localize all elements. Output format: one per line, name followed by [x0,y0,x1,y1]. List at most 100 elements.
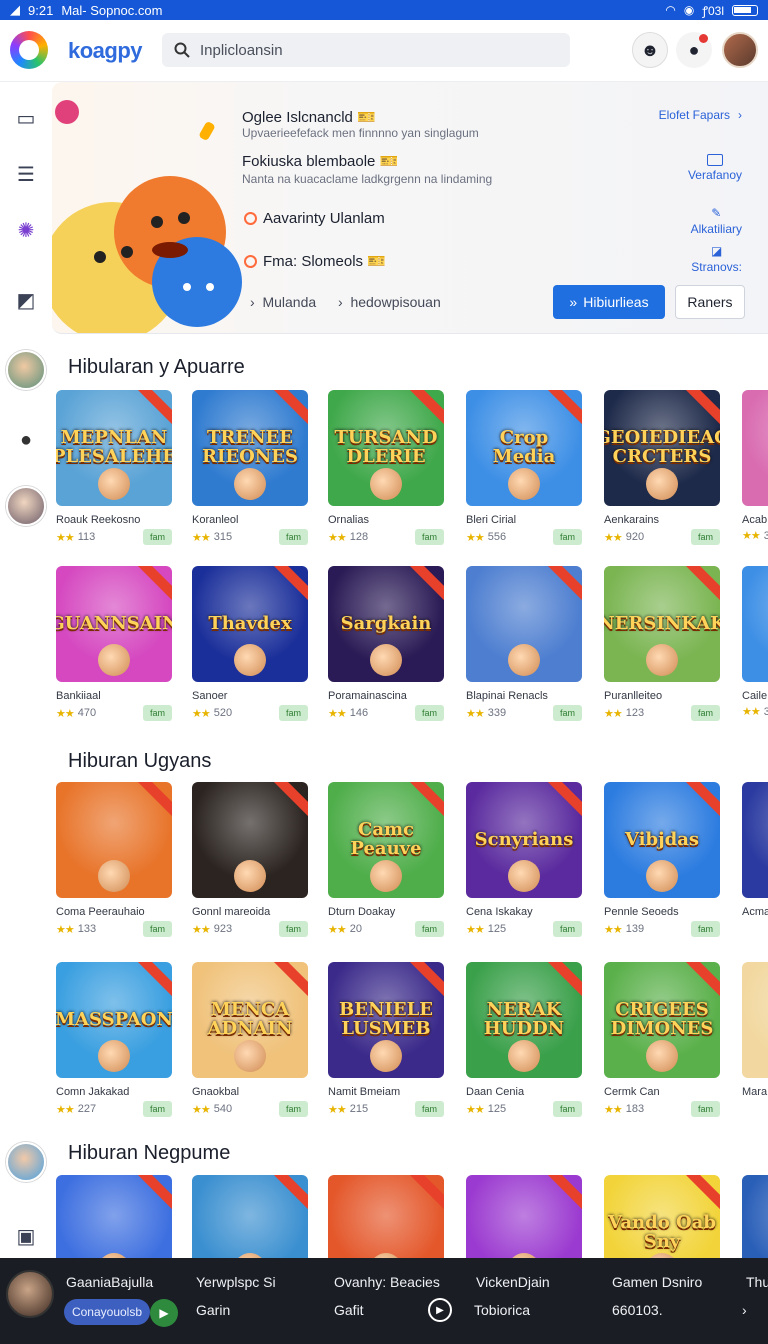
game-name[interactable]: Acma [742,906,768,918]
notification-icon[interactable]: ● [676,32,712,68]
play-icon[interactable]: ▶ [150,1299,178,1327]
game-card[interactable]: Caile ★★33 [742,566,768,718]
bottom-col-1-top[interactable]: GaaniaBajulla [66,1274,153,1290]
game-name[interactable]: Roauk Reekosno [56,514,174,526]
game-thumbnail[interactable]: GUANNSAIN [56,566,172,682]
bottom-col-4-top[interactable]: VickenDjain [476,1274,550,1290]
game-card[interactable]: Vibjdas Pennle Seoeds ★★ 139 fam [604,782,722,937]
game-thumbnail[interactable] [466,566,582,682]
game-card[interactable]: NERSINKAK Puranlleiteo ★★ 123 fam [604,566,722,721]
hero-item-1[interactable]: Aavarinty Ulanlam [244,210,385,227]
hero-title-2[interactable]: Fokiuska blembaole 🎫 [242,152,398,170]
game-thumbnail[interactable]: TRENEE RIEONES [192,390,308,506]
install-tag[interactable]: fam [278,1101,308,1117]
game-thumbnail[interactable]: Crop Media [466,390,582,506]
game-card[interactable]: TURSAND DLERIE Ornalias ★★ 128 fam [328,390,446,545]
bottom-col-3-top[interactable]: Ovanhy: Beacies [334,1274,440,1290]
game-name[interactable]: Poramainascina [328,690,446,702]
image-icon[interactable]: ◩ [10,284,42,316]
game-thumbnail[interactable]: Thavdex [192,566,308,682]
hero-right-2[interactable]: ✎ Alkatiliary [691,206,742,236]
crumb-1[interactable]: › Mulanda [250,294,316,310]
game-card[interactable]: Scnyrians Cena Iskakay ★★ 125 fam [466,782,584,937]
game-thumbnail[interactable]: BENIELE LUSMEB [328,962,444,1078]
game-name[interactable]: Cermk Can [604,1086,722,1098]
bottom-pill-button[interactable]: Conayouolsb [64,1299,150,1325]
game-card[interactable]: Blapinai Renacls ★★ 339 fam [466,566,584,721]
game-thumbnail[interactable] [742,390,768,506]
game-thumbnail[interactable]: MEPNLAN PLESALEHE [56,390,172,506]
game-name[interactable]: Sanoer [192,690,310,702]
game-thumbnail[interactable]: MASSPAON [56,962,172,1078]
game-name[interactable]: Dturn Doakay [328,906,446,918]
game-card[interactable]: Mara [742,962,768,1098]
bottom-col-5-bottom[interactable]: 660103. [612,1302,663,1318]
game-name[interactable]: Daan Cenia [466,1086,584,1098]
install-tag[interactable]: fam [690,705,720,721]
game-name[interactable]: Puranlleiteo [604,690,722,702]
game-name[interactable]: Blapinai Renacls [466,690,584,702]
game-name[interactable]: Gnaokbal [192,1086,310,1098]
game-name[interactable]: Acab [742,514,768,526]
game-thumbnail[interactable]: Sargkain [328,566,444,682]
primary-button[interactable]: » Hibiurlieas [553,285,665,319]
bottom-col-5-top[interactable]: Gamen Dsniro [612,1274,702,1290]
game-card[interactable]: GEOIEDIEAC CRCTERS Aenkarains ★★920 fam [604,390,722,545]
install-tag[interactable]: fam [142,1101,172,1117]
install-tag[interactable]: fam [552,921,582,937]
game-name[interactable]: Koranleol [192,514,310,526]
install-tag[interactable]: fam [414,529,444,545]
game-name[interactable]: Mara [742,1086,768,1098]
game-thumbnail[interactable] [742,566,768,682]
game-name[interactable]: Caile [742,690,768,702]
brand-name[interactable]: koagpy [68,38,143,64]
tablet-icon[interactable]: ▭ [10,102,42,134]
bottom-avatar[interactable] [6,1270,54,1318]
install-tag[interactable]: fam [278,705,308,721]
game-card[interactable]: MASSPAON Comn Jakakad ★★ 227 fam [56,962,174,1117]
hero-item-2[interactable]: Fma: Slomeols 🎫 [244,252,386,270]
game-thumbnail[interactable] [56,782,172,898]
game-card[interactable]: NERAK HUDDN Daan Cenia ★★ 125 fam [466,962,584,1117]
game-name[interactable]: Bankiiaal [56,690,174,702]
game-thumbnail[interactable]: CRIGEES DIMONES [604,962,720,1078]
game-thumbnail[interactable] [742,782,768,898]
game-thumbnail[interactable]: NERAK HUDDN [466,962,582,1078]
game-thumbnail[interactable]: TURSAND DLERIE [328,390,444,506]
search-input[interactable]: Inplicloansin [162,33,570,67]
game-name[interactable]: Ornalias [328,514,446,526]
game-thumbnail[interactable]: Scnyrians [466,782,582,898]
game-card[interactable]: MENCA ADNAIN Gnaokbal ★★ 540 fam [192,962,310,1117]
install-tag[interactable]: fam [414,705,444,721]
game-name[interactable]: Bleri Cirial [466,514,584,526]
install-tag[interactable]: fam [690,921,720,937]
game-thumbnail[interactable]: Camc Peauve [328,782,444,898]
game-card[interactable]: Coma Peerauhaio ★★ 133 fam [56,782,174,937]
install-tag[interactable]: fam [414,921,444,937]
bottom-col-2-top[interactable]: Yerwplspc Si [196,1274,276,1290]
game-name[interactable]: Pennle Seoeds [604,906,722,918]
install-tag[interactable]: fam [278,921,308,937]
play-circle-icon[interactable]: ▶ [428,1298,452,1322]
rail-avatar-1[interactable] [6,350,46,390]
game-thumbnail[interactable]: NERSINKAK [604,566,720,682]
chevron-right-icon[interactable]: › [742,1302,747,1318]
creature-icon[interactable]: ✺ [10,214,42,246]
hero-right-link[interactable]: Elofet Fapars › [659,108,742,122]
game-thumbnail[interactable]: MENCA ADNAIN [192,962,308,1078]
install-tag[interactable]: fam [552,1101,582,1117]
app-logo-icon[interactable] [10,31,48,69]
game-card[interactable]: Acma [742,782,768,918]
crumb-2[interactable]: › hedowpisouan [338,294,441,310]
rail-avatar-2[interactable] [6,486,46,526]
install-tag[interactable]: fam [142,529,172,545]
game-card[interactable]: Acab ★★ 3 [742,390,768,542]
avatar[interactable] [722,32,758,68]
install-tag[interactable]: fam [552,529,582,545]
game-card[interactable]: TRENEE RIEONES Koranleol ★★ 315 fam [192,390,310,545]
hero-title-1[interactable]: Oglee Islcnancld 🎫 [242,108,376,126]
bottom-col-2-bottom[interactable]: Garin [196,1302,230,1318]
bottom-col-4-bottom[interactable]: Tobiorica [474,1302,530,1318]
game-card[interactable]: CRIGEES DIMONES Cermk Can ★★ 183 fam [604,962,722,1117]
secondary-button[interactable]: Raners [675,285,745,319]
